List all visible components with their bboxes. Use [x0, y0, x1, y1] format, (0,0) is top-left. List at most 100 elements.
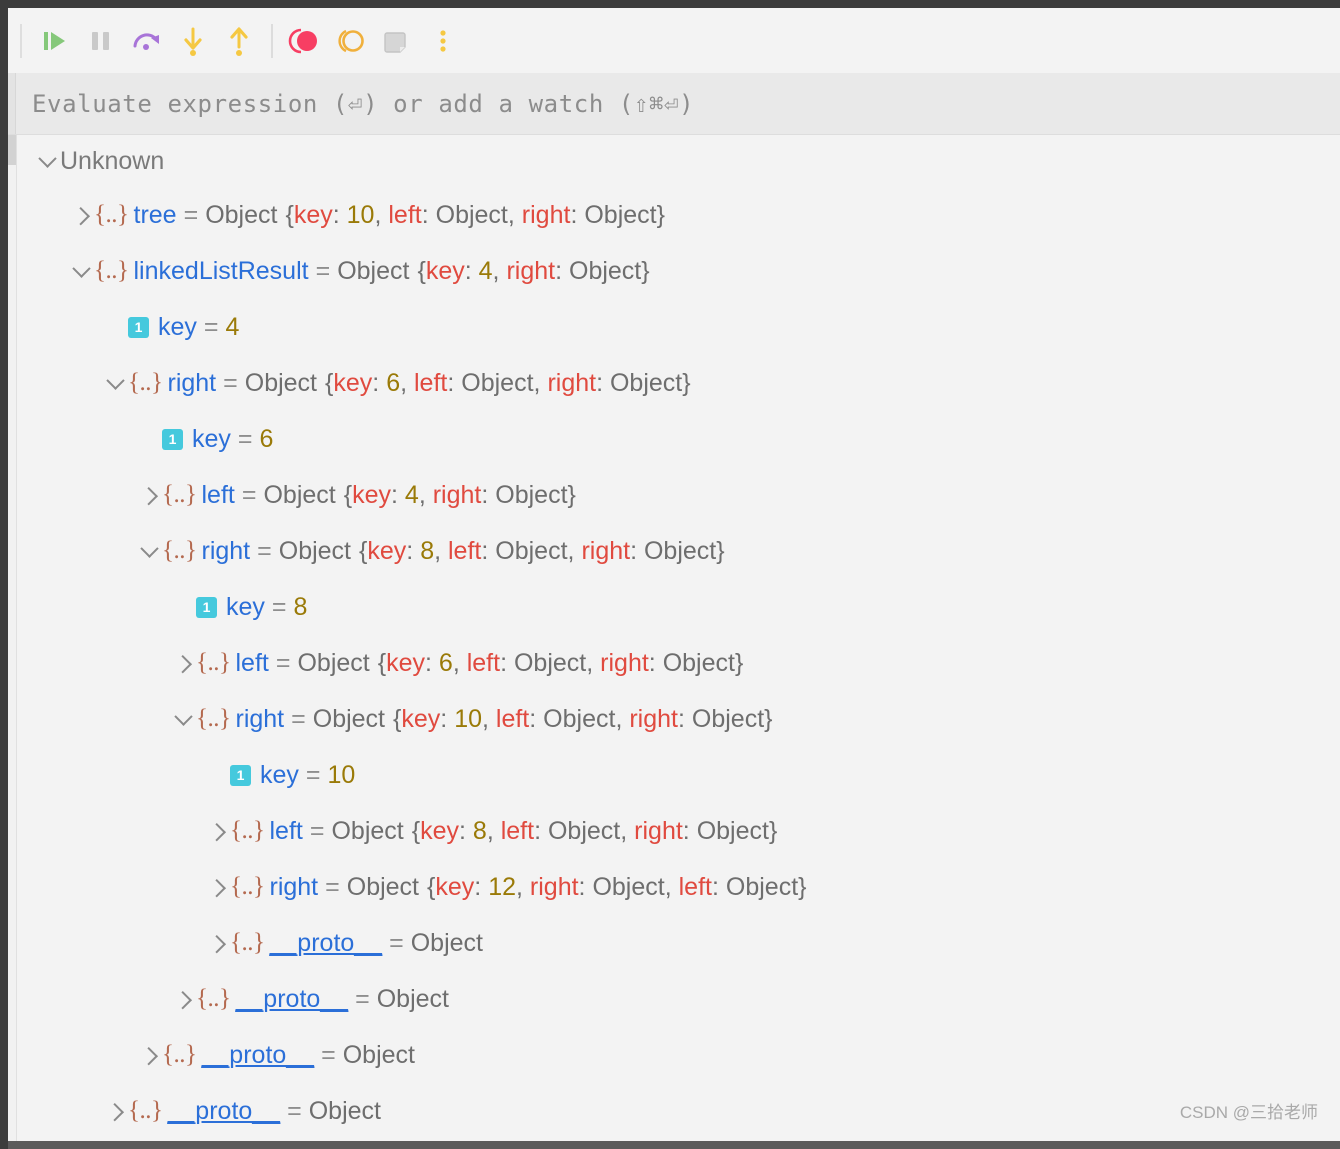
equals-sign: = [241, 480, 257, 509]
preview-token-num: 10 [454, 704, 482, 733]
preview-token-obj: Object [547, 816, 621, 845]
tree-row[interactable]: {..} left = Object {key: 4, right: Object} [18, 467, 1340, 523]
pause-program-button[interactable] [78, 18, 124, 64]
variable-type: Object [337, 256, 410, 285]
chevron-right-icon[interactable] [204, 930, 230, 956]
chevron-right-icon[interactable] [68, 202, 94, 228]
variable-type: Object [278, 536, 352, 565]
preview-token-num: 8 [472, 816, 487, 845]
tree-row[interactable]: 1 key = 4 [18, 299, 1340, 355]
tree-row[interactable]: {..} __proto__ = Object [18, 1027, 1340, 1083]
tree-row[interactable]: {..} __proto__ = Object [18, 1083, 1340, 1139]
preview-token-punc: : [570, 200, 585, 229]
object-preview: {key: 10, left: Object, right: Object} [393, 704, 773, 733]
preview-token-punc: : [421, 200, 436, 229]
step-over-arc-icon [133, 32, 159, 50]
preview-token-key: key [293, 200, 333, 229]
chevron-down-icon[interactable] [102, 370, 128, 396]
equals-sign: = [287, 1096, 302, 1125]
evaluate-expression-placeholder[interactable]: Evaluate expression (⏎) or add a watch (… [16, 90, 694, 118]
tree-row[interactable]: 1 key = 6 [18, 411, 1340, 467]
preview-token-brace: { [411, 816, 421, 845]
preview-token-punc: : [332, 200, 347, 229]
chevron-down-icon[interactable] [34, 148, 60, 174]
variable-type: Object [263, 480, 336, 509]
tree-row[interactable]: {..} tree = Object {key: 10, left: Object, r… [18, 187, 1340, 243]
preview-token-punc: , [418, 480, 433, 509]
preview-token-obj: Object [513, 648, 587, 677]
tree-row[interactable]: {..} left = Object {key: 8, left: Object, ri… [18, 803, 1340, 859]
variable-name: key [158, 312, 197, 341]
chevron-down-icon[interactable] [68, 258, 94, 284]
equals-sign: = [223, 368, 238, 397]
object-braces-icon: {..} [196, 985, 231, 1012]
object-braces-icon: {..} [162, 481, 197, 508]
preview-token-num: 8 [420, 536, 435, 565]
tree-row[interactable]: {..} linkedListResult = Object {key: 4, righ… [18, 243, 1340, 299]
equals-sign: = [389, 928, 404, 957]
preview-token-brace: { [285, 200, 294, 229]
tree-root-label: Unknown [60, 146, 165, 175]
tree-twisty-spacer [136, 426, 162, 452]
step-over-button[interactable] [124, 18, 170, 64]
tree-row[interactable]: {..} __proto__ = Object [18, 971, 1340, 1027]
vertical-scrollbar-thumb[interactable] [8, 135, 16, 165]
chevron-down-icon[interactable] [170, 706, 196, 732]
tree-row[interactable]: {..} right = Object {key: 6, left: Object, r… [18, 355, 1340, 411]
step-out-button[interactable] [216, 18, 262, 64]
preview-token-obj: Object [435, 200, 508, 229]
preview-token-key: key [386, 648, 425, 677]
variable-value: 10 [327, 760, 356, 789]
preview-token-brace: { [377, 648, 387, 677]
tree-row[interactable]: {..} right = Object {key: 8, left: Object, r… [18, 523, 1340, 579]
tree-row[interactable]: {..} left = Object {key: 6, left: Object, ri… [18, 635, 1340, 691]
variable-name: key [260, 760, 299, 789]
preview-token-brace: } [682, 368, 691, 397]
preview-token-key: right [547, 368, 597, 397]
preview-token-key: left [500, 816, 535, 845]
object-braces-icon: {..} [230, 873, 265, 900]
preview-token-key: right [521, 200, 571, 229]
chevron-right-icon[interactable] [102, 1098, 128, 1124]
mute-breakpoints-button[interactable] [328, 18, 374, 64]
chevron-right-icon[interactable] [204, 874, 230, 900]
preview-token-key: left [495, 704, 530, 733]
chevron-right-icon[interactable] [136, 482, 162, 508]
debugger-window: Evaluate expression (⏎) or add a watch (… [0, 0, 1340, 1149]
preview-token-obj: Object [609, 368, 683, 397]
chevron-right-icon[interactable] [136, 1042, 162, 1068]
preview-token-key: key [333, 368, 373, 397]
preview-token-obj: Object [495, 480, 568, 509]
mute-breakpoints-ring-icon [338, 29, 364, 52]
preview-token-punc: , [664, 872, 679, 901]
equals-sign: = [355, 984, 370, 1013]
more-options-button[interactable] [420, 18, 466, 64]
evaluate-expression-bar[interactable]: Evaluate expression (⏎) or add a watch (… [8, 73, 1340, 135]
preview-token-punc: : [711, 872, 726, 901]
preview-token-punc: : [459, 816, 473, 845]
number-type-icon: 1 [196, 596, 217, 618]
preview-token-punc: : [677, 704, 692, 733]
equals-sign: = [203, 312, 219, 341]
chevron-down-icon[interactable] [136, 538, 162, 564]
stop-button[interactable] [282, 18, 328, 64]
resume-program-button[interactable] [32, 18, 78, 64]
restore-layout-button[interactable] [374, 18, 420, 64]
tree-row[interactable]: 1 key = 8 [18, 579, 1340, 635]
tree-row[interactable]: {..} right = Object {key: 10, left: Object, … [18, 691, 1340, 747]
tree-row[interactable]: {..} __proto__ = Object [18, 915, 1340, 971]
tree-row[interactable]: 1 key = 10 [18, 747, 1340, 803]
tree-row[interactable]: {..} right = Object {key: 12, right: Object,… [18, 859, 1340, 915]
tree-row-root[interactable]: Unknown [18, 135, 1340, 187]
variable-name: left [201, 480, 235, 509]
preview-token-key: right [506, 256, 556, 285]
object-braces-icon: {..} [128, 1097, 163, 1124]
chevron-right-icon[interactable] [170, 650, 196, 676]
preview-token-punc: : [372, 368, 387, 397]
chevron-right-icon[interactable] [170, 986, 196, 1012]
preview-token-punc: : [555, 256, 569, 285]
step-into-button[interactable] [170, 18, 216, 64]
preview-token-punc: , [567, 536, 582, 565]
chevron-right-icon[interactable] [204, 818, 230, 844]
preview-token-key: key [420, 816, 459, 845]
